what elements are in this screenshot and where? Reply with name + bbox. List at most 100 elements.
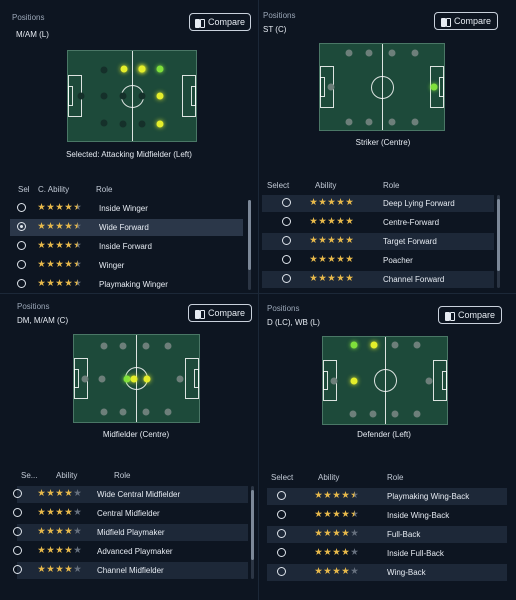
star-icon: ★ (341, 509, 350, 520)
highlight-position-marker (143, 375, 151, 383)
role-select-radio[interactable] (13, 546, 22, 555)
star-icon: ★ (314, 528, 323, 539)
star-icon: ★ (55, 507, 64, 518)
role-select-radio[interactable] (17, 203, 26, 212)
star-icon: ★ (332, 566, 341, 577)
role-select-radio[interactable] (282, 198, 291, 207)
role-row[interactable]: ★ ★ ★ ★ ★ Midfield Playmaker (13, 524, 248, 541)
star-icon: ★ (336, 254, 345, 265)
role-row[interactable]: ★ ★ ★ ★ ★ Inside Wing-Back (267, 507, 507, 524)
compare-button[interactable]: Compare (438, 306, 502, 324)
role-select-radio[interactable] (13, 508, 22, 517)
ability-stars: ★ ★ ★ ★ ★ (37, 565, 82, 575)
column-header-role: Role (387, 473, 404, 482)
star-icon: ★ (332, 509, 341, 520)
ability-stars: ★ ★ ★ ★ ★ (37, 527, 82, 537)
pitch-diagram (73, 334, 200, 423)
star-icon: ★ (46, 564, 55, 575)
role-row[interactable]: ★ ★ ★ ★ ★ Playmaking Wing-Back (267, 488, 507, 505)
column-header-ability: C. Ability (38, 185, 70, 194)
roles-scrollbar[interactable] (251, 486, 254, 579)
roles-scrollbar[interactable] (497, 195, 500, 288)
star-icon: ★ (55, 278, 64, 289)
pitch-diagram (319, 43, 445, 131)
star-icon: ★ (37, 488, 46, 499)
role-select-radio[interactable] (13, 489, 22, 498)
role-row[interactable]: ★ ★ ★ ★ ★ Advanced Playmaker (13, 543, 248, 560)
role-row[interactable]: ★ ★ ★ ★ ★ Channel Forward (262, 271, 494, 288)
role-row[interactable]: ★ ★ ★ ★ ★ Wide Central Midfielder (13, 486, 248, 503)
star-icon: ★ (309, 273, 318, 284)
star-icon: ★ (323, 566, 332, 577)
role-name: Inside Winger (99, 204, 148, 213)
highlight-position-marker (120, 65, 128, 73)
role-select-radio[interactable] (17, 241, 26, 250)
role-row[interactable]: ★ ★ ★ ★ ★ Centre-Forward (262, 214, 494, 231)
role-row[interactable]: ★ ★ ★ ★ ★ Central Midfielder (13, 505, 248, 522)
role-row[interactable]: ★ ★ ★ ★ ★ Inside Winger (10, 200, 243, 217)
role-select-radio[interactable] (277, 510, 286, 519)
star-icon: ★ (314, 547, 323, 558)
role-row[interactable]: ★ ★ ★ ★ ★ Channel Midfielder (13, 562, 248, 579)
role-select-radio[interactable] (282, 255, 291, 264)
position-panel-left-defender: Positions D (LC), WB (L) Compare Defende… (259, 294, 516, 600)
role-name: Midfield Playmaker (97, 528, 165, 537)
star-icon: ★ (55, 240, 64, 251)
star-icon: ★ (309, 216, 318, 227)
compare-button[interactable]: Compare (189, 13, 251, 31)
role-select-radio[interactable] (13, 565, 22, 574)
compare-button[interactable]: Compare (434, 12, 498, 30)
star-icon: ★ (73, 507, 82, 518)
star-icon: ★ (309, 254, 318, 265)
pitch-diagram (67, 50, 197, 142)
role-row[interactable]: ★ ★ ★ ★ ★ Deep Lying Forward (262, 195, 494, 212)
role-row[interactable]: ★ ★ ★ ★ ★ Poacher (262, 252, 494, 269)
selected-position-marker (350, 341, 358, 349)
star-icon: ★ (341, 490, 350, 501)
role-row[interactable]: ★ ★ ★ ★ ★ Full-Back (267, 526, 507, 543)
star-icon: ★ (55, 259, 64, 270)
role-select-radio[interactable] (282, 217, 291, 226)
ability-stars: ★ ★ ★ ★ ★ (37, 489, 82, 499)
star-icon: ★ (309, 235, 318, 246)
star-icon: ★ (323, 528, 332, 539)
role-row[interactable]: ★ ★ ★ ★ ★ Wide Forward (10, 219, 243, 236)
role-row[interactable]: ★ ★ ★ ★ ★ Winger (10, 257, 243, 274)
role-row[interactable]: ★ ★ ★ ★ ★ Playmaking Winger (10, 276, 243, 293)
star-icon: ★ (64, 526, 73, 537)
role-select-radio[interactable] (17, 222, 26, 231)
role-select-radio[interactable] (17, 279, 26, 288)
star-icon: ★ (55, 526, 64, 537)
star-icon: ★ (37, 507, 46, 518)
star-icon: ★ (46, 526, 55, 537)
role-select-radio[interactable] (277, 529, 286, 538)
roles-scrollbar[interactable] (248, 200, 251, 290)
role-select-radio[interactable] (13, 527, 22, 536)
role-select-radio[interactable] (17, 260, 26, 269)
star-icon: ★ (327, 235, 336, 246)
star-icon: ★ (37, 221, 46, 232)
star-icon: ★ (46, 202, 55, 213)
compare-button[interactable]: Compare (188, 304, 252, 322)
role-select-radio[interactable] (277, 491, 286, 500)
ability-stars: ★ ★ ★ ★ ★ (309, 236, 354, 246)
pitch-caption: Midfielder (Centre) (102, 430, 170, 439)
column-header-role: Role (96, 185, 113, 194)
star-icon: ★ (46, 507, 55, 518)
column-header-select: Select (267, 181, 290, 190)
role-select-radio[interactable] (277, 567, 286, 576)
role-row[interactable]: ★ ★ ★ ★ ★ Inside Forward (10, 238, 243, 255)
star-icon: ★ (64, 278, 73, 289)
role-select-radio[interactable] (277, 548, 286, 557)
compare-icon (194, 309, 205, 319)
role-select-radio[interactable] (282, 274, 291, 283)
compare-icon (444, 311, 455, 321)
star-icon: ★ (64, 202, 73, 213)
role-row[interactable]: ★ ★ ★ ★ ★ Target Forward (262, 233, 494, 250)
role-select-radio[interactable] (282, 236, 291, 245)
role-row[interactable]: ★ ★ ★ ★ ★ Inside Full-Back (267, 545, 507, 562)
role-name: Playmaking Winger (99, 280, 168, 289)
role-row[interactable]: ★ ★ ★ ★ ★ Wing-Back (267, 564, 507, 581)
highlight-position-marker (156, 92, 164, 100)
star-icon: ★ (327, 254, 336, 265)
